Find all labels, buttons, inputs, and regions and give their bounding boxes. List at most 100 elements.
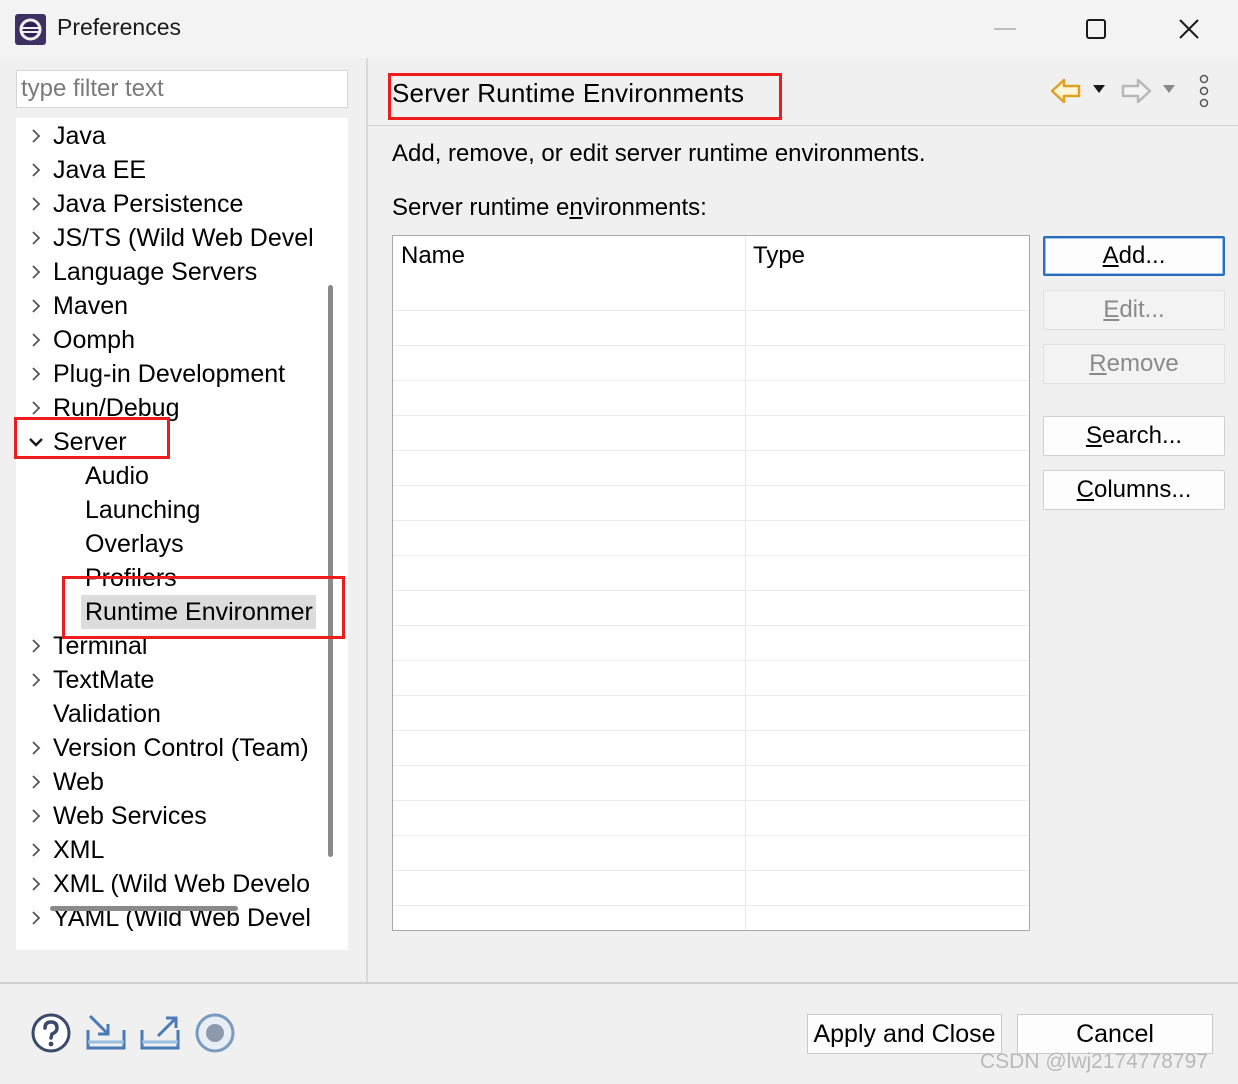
table-row-separator bbox=[393, 660, 1029, 661]
chevron-right-icon[interactable] bbox=[26, 255, 46, 289]
chevron-right-icon[interactable] bbox=[26, 119, 46, 153]
table-row-separator bbox=[393, 520, 1029, 521]
chevron-right-icon[interactable] bbox=[26, 153, 46, 187]
highlight-runtime-environments-node bbox=[62, 576, 345, 639]
remove-button[interactable]: Remove bbox=[1043, 344, 1225, 384]
tree-item-web-services[interactable]: Web Services bbox=[16, 799, 316, 833]
tree-item-language-servers[interactable]: Language Servers bbox=[16, 255, 316, 289]
forward-arrow-icon[interactable] bbox=[1120, 76, 1152, 106]
tree-item-label: Launching bbox=[85, 496, 201, 524]
maximize-button[interactable] bbox=[1073, 8, 1119, 50]
tree-item-label: Audio bbox=[85, 462, 149, 490]
tree-item-js-ts-wild-web-devel[interactable]: JS/TS (Wild Web Devel bbox=[16, 221, 316, 255]
chevron-right-icon[interactable] bbox=[26, 833, 46, 867]
chevron-right-icon[interactable] bbox=[26, 901, 46, 935]
tree-item-plug-in-development[interactable]: Plug-in Development bbox=[16, 357, 316, 391]
tree-item-java-persistence[interactable]: Java Persistence bbox=[16, 187, 316, 221]
table-row-separator bbox=[393, 450, 1029, 451]
minimize-icon bbox=[994, 28, 1016, 30]
cancel-button[interactable]: Cancel bbox=[1017, 1014, 1213, 1054]
chevron-right-icon[interactable] bbox=[26, 629, 46, 663]
tree-item-textmate[interactable]: TextMate bbox=[16, 663, 316, 697]
window-title: Preferences bbox=[57, 14, 182, 40]
add-button[interactable]: Add... bbox=[1043, 236, 1225, 276]
apply-and-close-button[interactable]: Apply and Close bbox=[807, 1014, 1002, 1054]
tree-item-label: Language Servers bbox=[53, 258, 258, 286]
forward-dropdown-icon[interactable] bbox=[1162, 84, 1176, 94]
tree-item-java[interactable]: Java bbox=[16, 119, 316, 153]
tree-item-xml[interactable]: XML bbox=[16, 833, 316, 867]
chevron-right-icon[interactable] bbox=[26, 765, 46, 799]
tree-item-validation[interactable]: Validation bbox=[16, 697, 316, 731]
back-arrow-icon[interactable] bbox=[1050, 76, 1082, 106]
close-button[interactable] bbox=[1166, 8, 1212, 50]
tree-hscroll-track bbox=[16, 950, 348, 982]
columns-button[interactable]: Columns... bbox=[1043, 470, 1225, 510]
table-row-separator bbox=[393, 415, 1029, 416]
tree-item-label: Oomph bbox=[53, 326, 135, 354]
tree-item-xml-wild-web-develo[interactable]: XML (Wild Web Develo bbox=[16, 867, 316, 901]
chevron-right-icon[interactable] bbox=[26, 221, 46, 255]
chevron-right-icon[interactable] bbox=[26, 357, 46, 391]
table-row-separator bbox=[393, 345, 1029, 346]
help-icon[interactable] bbox=[30, 1012, 72, 1054]
column-divider[interactable] bbox=[745, 236, 746, 930]
preferences-tree-pane: Java Java EE Java Persistence JS/TS (Wild W… bbox=[0, 58, 366, 1010]
tree-item-oomph[interactable]: Oomph bbox=[16, 323, 316, 357]
filter-input[interactable] bbox=[16, 70, 348, 108]
preference-page: Server Runtime Environments Add, remove,… bbox=[368, 58, 1238, 982]
tree-item-label: Overlays bbox=[85, 530, 184, 558]
export-icon[interactable] bbox=[138, 1012, 182, 1052]
table-row-separator bbox=[393, 485, 1029, 486]
tree-item-web[interactable]: Web bbox=[16, 765, 316, 799]
view-menu-icon[interactable] bbox=[1198, 74, 1210, 108]
chevron-right-icon[interactable] bbox=[26, 323, 46, 357]
chevron-right-icon[interactable] bbox=[26, 799, 46, 833]
import-icon[interactable] bbox=[84, 1012, 128, 1052]
tree-item-label: Web Services bbox=[53, 802, 207, 830]
runtime-list-label: Server runtime environments: bbox=[392, 194, 707, 221]
page-description: Add, remove, or edit server runtime envi… bbox=[392, 140, 926, 167]
highlight-server-node bbox=[14, 417, 170, 459]
chevron-right-icon[interactable] bbox=[26, 867, 46, 901]
column-header-type[interactable]: Type bbox=[753, 242, 805, 270]
watermark: CSDN @lwj2174778797 bbox=[980, 1050, 1208, 1073]
table-row-separator bbox=[393, 555, 1029, 556]
table-row-separator bbox=[393, 590, 1029, 591]
runtime-environments-table[interactable]: Name Type bbox=[392, 235, 1030, 931]
column-header-name[interactable]: Name bbox=[401, 242, 465, 270]
tree-item-maven[interactable]: Maven bbox=[16, 289, 316, 323]
tree-item-java-ee[interactable]: Java EE bbox=[16, 153, 316, 187]
tree-item-launching[interactable]: Launching bbox=[16, 493, 316, 527]
title-bar: Preferences bbox=[0, 0, 1238, 58]
table-row-separator bbox=[393, 730, 1029, 731]
table-row-separator bbox=[393, 905, 1029, 906]
chevron-right-icon[interactable] bbox=[26, 187, 46, 221]
highlight-page-title bbox=[388, 73, 782, 120]
tree-vertical-scrollbar[interactable] bbox=[328, 285, 333, 857]
tree-item-label: XML bbox=[53, 836, 105, 864]
tree-item-audio[interactable]: Audio bbox=[16, 459, 316, 493]
table-row-separator bbox=[393, 380, 1029, 381]
chevron-right-icon[interactable] bbox=[26, 289, 46, 323]
table-header: Name Type bbox=[393, 236, 1029, 310]
tree-item-version-control-team[interactable]: Version Control (Team) bbox=[16, 731, 316, 765]
chevron-right-icon[interactable] bbox=[26, 731, 46, 765]
preferences-tree: Java Java EE Java Persistence JS/TS (Wild W… bbox=[16, 118, 316, 1010]
tree-item-overlays[interactable]: Overlays bbox=[16, 527, 316, 561]
table-row-separator bbox=[393, 765, 1029, 766]
maximize-icon bbox=[1086, 19, 1106, 39]
back-dropdown-icon[interactable] bbox=[1092, 84, 1106, 94]
record-icon[interactable] bbox=[194, 1012, 236, 1054]
tree-item-label: Web bbox=[53, 768, 104, 796]
chevron-right-icon[interactable] bbox=[26, 663, 46, 697]
tree-item-label: JS/TS (Wild Web Devel bbox=[53, 224, 314, 252]
tree-item-label: Validation bbox=[53, 700, 161, 728]
table-row-separator bbox=[393, 625, 1029, 626]
tree-item-label: Java EE bbox=[53, 156, 147, 184]
edit-button[interactable]: Edit... bbox=[1043, 290, 1225, 330]
tree-horizontal-scrollbar[interactable] bbox=[50, 906, 238, 911]
minimize-button[interactable] bbox=[982, 8, 1028, 50]
tree-item-label: Java Persistence bbox=[53, 190, 244, 218]
search-button[interactable]: Search... bbox=[1043, 416, 1225, 456]
